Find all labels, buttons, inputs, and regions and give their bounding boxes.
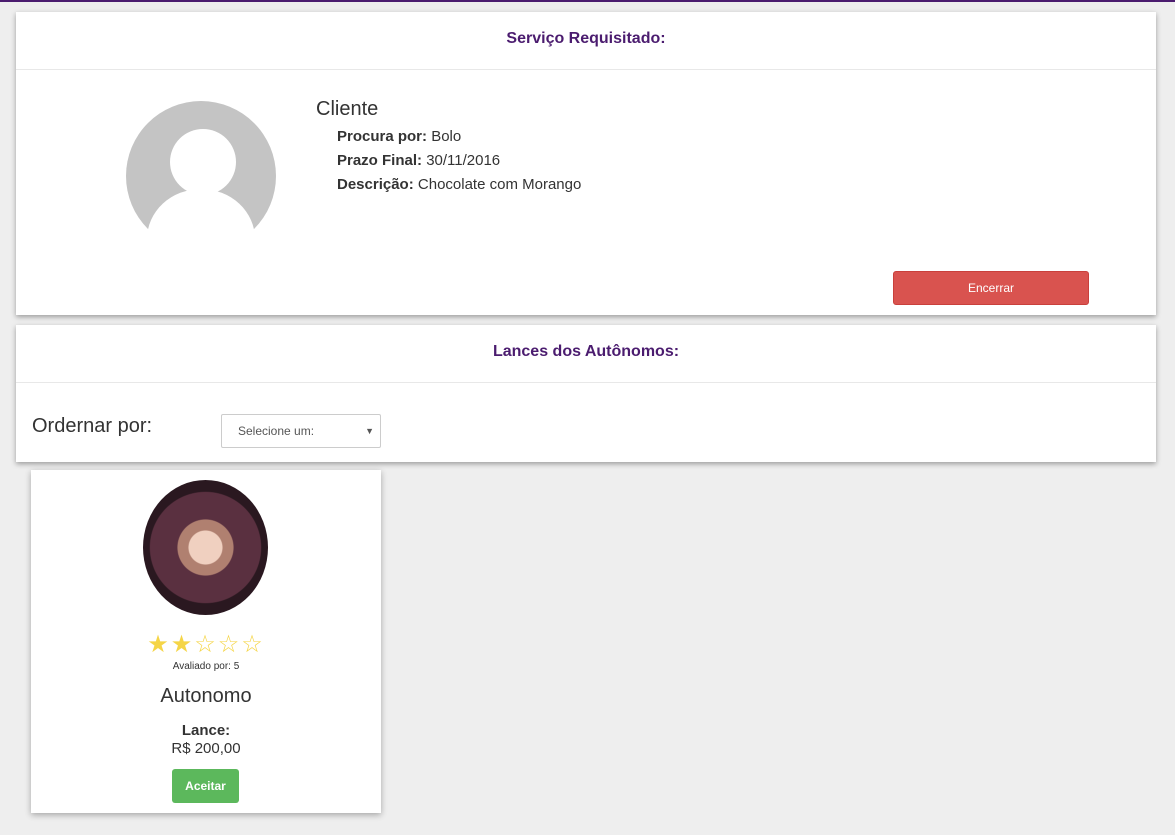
bid-card: ★★☆☆☆ Avaliado por: 5 Autonomo Lance: R$… [31,470,381,813]
field-prazo: Prazo Final: 30/11/2016 [337,152,501,169]
sort-select[interactable]: Selecione um: ▼ [221,414,381,448]
freelancer-photo [143,480,268,615]
client-name: Cliente [316,98,379,120]
rating-stars-icon: ★★☆☆☆ [147,631,265,658]
sort-label: Ordernar por: [32,415,153,437]
client-avatar [126,101,276,235]
accept-button[interactable]: Aceitar [172,769,239,803]
service-title: Serviço Requisitado: [16,12,1156,70]
field-descricao: Descrição: Chocolate com Morango [337,176,582,193]
bid-value: R$ 200,00 [171,740,241,757]
bid-label: Lance: [181,722,231,739]
close-service-button[interactable]: Encerrar [893,271,1089,305]
bids-title: Lances dos Autônomos: [16,325,1156,383]
service-info: Cliente Procura por: Bolo Prazo Final: 3… [316,98,581,197]
caret-down-icon: ▼ [365,426,374,436]
freelancer-name: Autonomo [160,685,252,707]
service-panel: Serviço Requisitado: Cliente Procura por… [16,12,1156,315]
field-procura: Procura por: Bolo [337,128,462,145]
rated-by: Avaliado por: 5 [172,661,240,672]
bids-panel: Lances dos Autônomos: Ordernar por: Sele… [16,325,1156,462]
